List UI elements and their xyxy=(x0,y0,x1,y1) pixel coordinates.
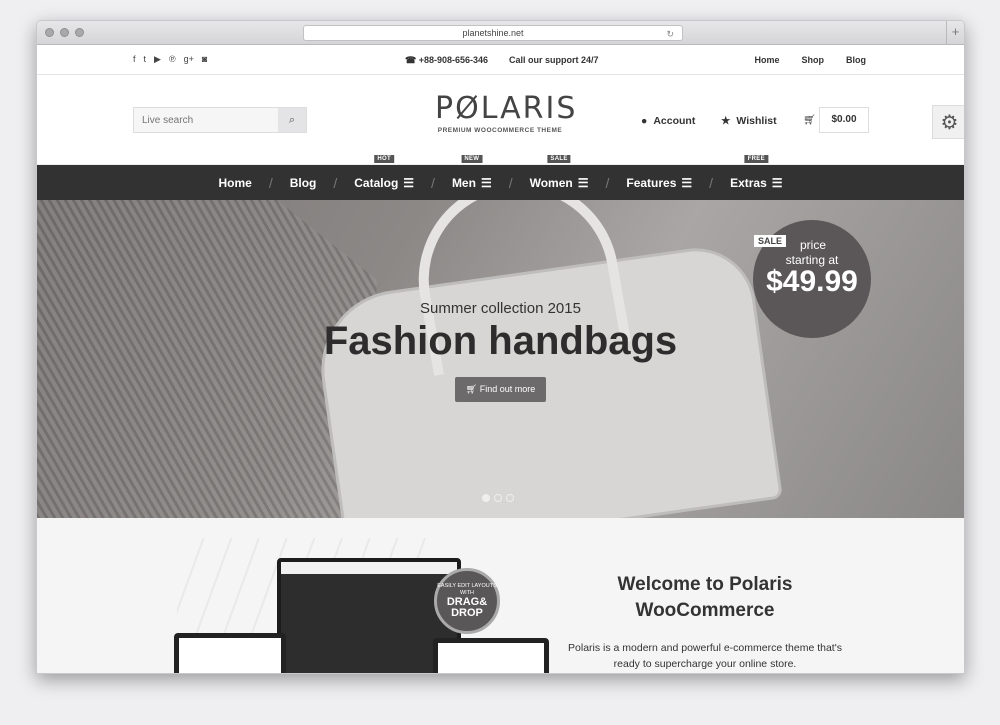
user-icon: ● xyxy=(641,115,648,127)
star-icon: ★ xyxy=(721,115,731,127)
nav-men[interactable]: NEW Men ☰ xyxy=(435,154,509,190)
pinterest-icon[interactable]: ℗ xyxy=(169,54,176,65)
nav-badge: FREE xyxy=(744,154,768,163)
search-input[interactable] xyxy=(134,108,278,132)
nav-features[interactable]: Features ☰ xyxy=(609,176,709,190)
nav-badge: SALE xyxy=(547,154,571,163)
slider-dot[interactable] xyxy=(494,494,502,502)
reload-icon[interactable]: ↻ xyxy=(666,27,674,41)
nav-blog[interactable]: Blog xyxy=(273,176,334,190)
drag-drop-seal: EASILY EDIT LAYOUTS WITH DRAG& DROP xyxy=(434,568,500,634)
cart-total[interactable]: $0.00 xyxy=(819,107,869,133)
logo-text: PØLARIS xyxy=(435,91,578,126)
site-logo[interactable]: PØLARIS PREMIUM WOOCOMMERCE THEME xyxy=(435,91,578,135)
welcome-title: Welcome to Polaris WooCommerce xyxy=(617,574,793,621)
window-controls xyxy=(45,28,84,37)
search-button[interactable]: ⌕ xyxy=(278,108,306,132)
browser-titlebar: planetshine.net ↻ + xyxy=(37,21,964,45)
mockup-header xyxy=(281,562,457,574)
phone-icon: ☎ xyxy=(405,55,417,65)
nav-extras[interactable]: FREE Extras ☰ xyxy=(713,154,799,190)
price-line1: price xyxy=(800,238,827,252)
maximize-window-button[interactable] xyxy=(75,28,84,37)
wishlist-link[interactable]: ★ Wishlist xyxy=(721,115,777,127)
nav-women[interactable]: SALE Women ☰ xyxy=(513,154,606,190)
topbar: f t ▶ ℗ g+ ◙ ☎ +88-908-656-346 Call our … xyxy=(37,45,964,75)
seal-big-text: DRAG& DROP xyxy=(446,596,488,619)
cart-icon: 🛒︎ xyxy=(465,384,478,394)
welcome-text: Polaris is a modern and powerful e-comme… xyxy=(568,642,842,670)
slider-dot[interactable] xyxy=(506,494,514,502)
new-tab-button[interactable]: + xyxy=(946,21,964,44)
top-link-home[interactable]: Home xyxy=(754,55,779,65)
menu-icon: ☰ xyxy=(771,175,783,190)
phone-number: ☎ +88-908-656-346 xyxy=(405,55,489,65)
twitter-icon[interactable]: t xyxy=(144,54,147,65)
seal-text: EASILY EDIT LAYOUTS WITH xyxy=(437,583,497,596)
menu-icon: ☰ xyxy=(480,175,492,190)
hero-slider: Summer collection 2015 Fashion handbags … xyxy=(37,200,964,518)
top-links: Home Shop Blog xyxy=(754,55,866,65)
price-value: $49.99 xyxy=(766,265,858,298)
menu-icon: ☰ xyxy=(403,175,415,190)
facebook-icon[interactable]: f xyxy=(133,54,136,65)
nav-home[interactable]: Home xyxy=(201,176,268,190)
menu-icon: ☰ xyxy=(577,175,589,190)
main-nav: Home / Blog / HOT Catalog ☰ / NEW Men ☰ / SA… xyxy=(37,154,964,200)
nav-badge: HOT xyxy=(374,154,394,163)
support-text: Call our support 24/7 xyxy=(509,55,599,65)
social-links: f t ▶ ℗ g+ ◙ xyxy=(133,54,207,65)
address-bar[interactable]: planetshine.net ↻ xyxy=(303,25,683,41)
nav-badge: NEW xyxy=(461,154,483,163)
device-mockup-small xyxy=(433,638,549,673)
googleplus-icon[interactable]: g+ xyxy=(184,54,194,65)
search-icon: ⌕ xyxy=(288,114,296,126)
minimize-window-button[interactable] xyxy=(60,28,69,37)
slider-dots xyxy=(482,494,514,502)
nav-catalog[interactable]: HOT Catalog ☰ xyxy=(337,154,431,190)
menu-icon: ☰ xyxy=(681,175,693,190)
cart-icon[interactable]: 🛒︎ xyxy=(803,115,816,126)
logo-tagline: PREMIUM WOOCOMMERCE THEME xyxy=(437,127,563,134)
top-link-blog[interactable]: Blog xyxy=(846,55,866,65)
top-link-shop[interactable]: Shop xyxy=(802,55,825,65)
site-header: ⌕ PØLARIS PREMIUM WOOCOMMERCE THEME ●Acc… xyxy=(37,75,964,165)
youtube-icon[interactable]: ▶ xyxy=(154,54,161,65)
url-text: planetshine.net xyxy=(462,28,524,38)
price-badge: SALE price starting at $49.99 xyxy=(753,220,871,338)
browser-window: planetshine.net ↻ + f t ▶ ℗ g+ ◙ ☎ +88-9… xyxy=(36,20,965,674)
instagram-icon[interactable]: ◙ xyxy=(202,54,207,65)
settings-gear-icon[interactable]: ⚙ xyxy=(932,105,964,139)
account-link[interactable]: ● Account xyxy=(641,115,695,127)
find-out-more-button[interactable]: 🛒︎ Find out more xyxy=(454,377,547,402)
device-mockup-tablet xyxy=(174,633,286,673)
sale-label: SALE xyxy=(754,235,787,247)
search-box: ⌕ xyxy=(133,107,307,133)
slider-dot[interactable] xyxy=(482,494,490,502)
close-window-button[interactable] xyxy=(45,28,54,37)
welcome-section: EASILY EDIT LAYOUTS WITH DRAG& DROP Welc… xyxy=(37,518,964,673)
